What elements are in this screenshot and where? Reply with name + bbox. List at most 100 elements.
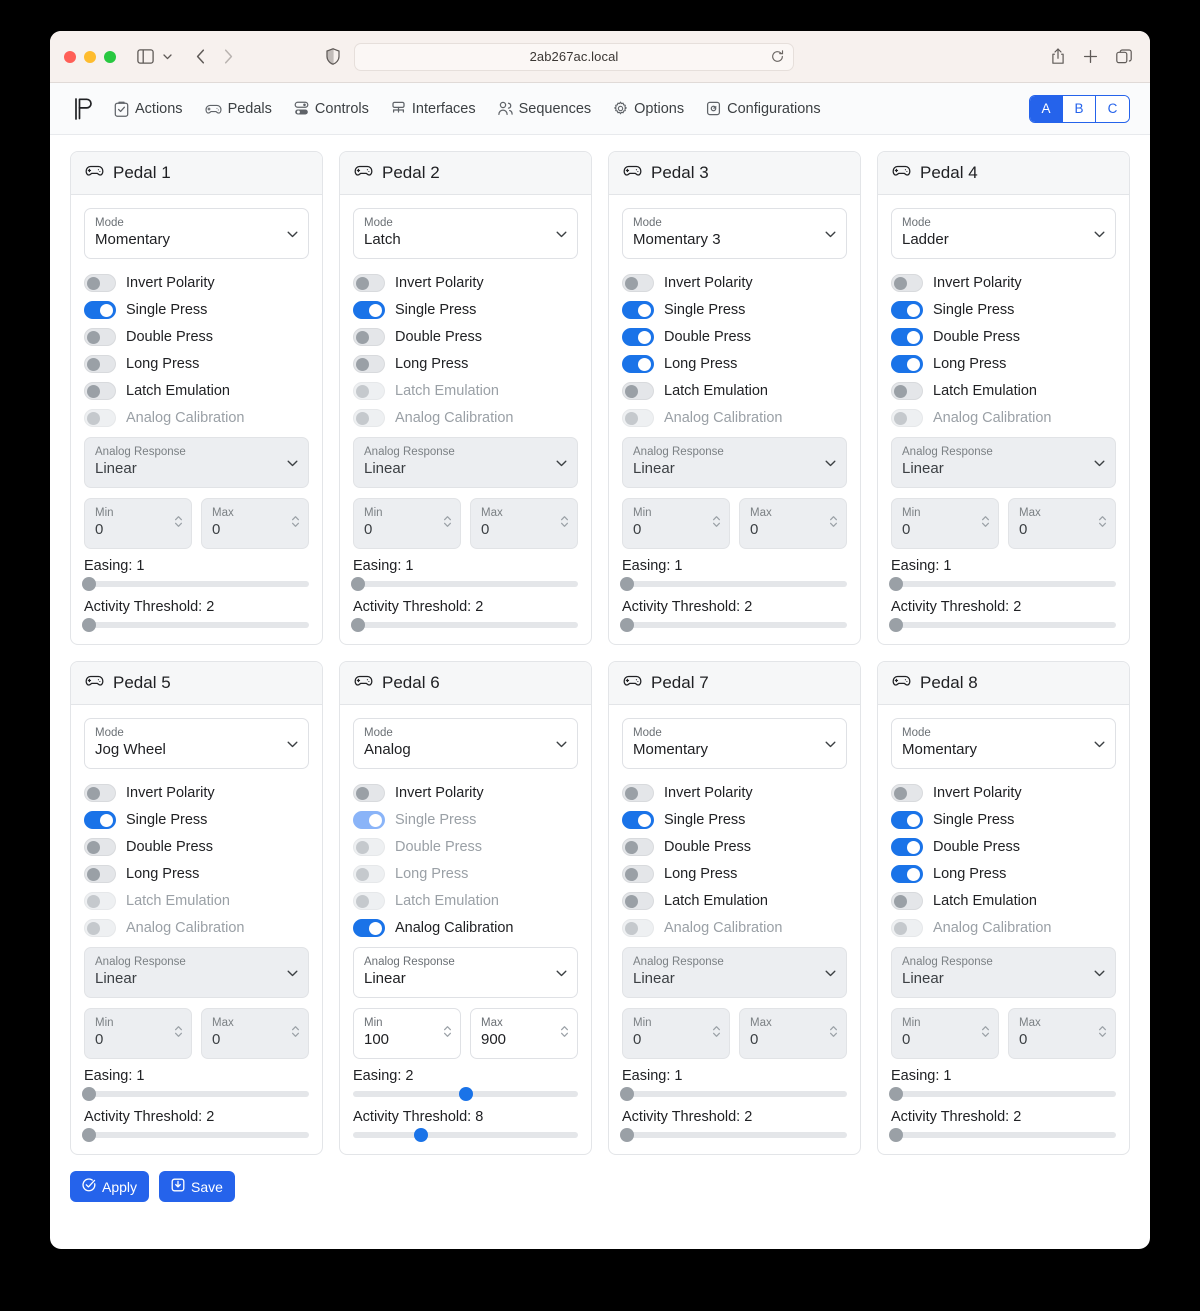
toggle-single-press[interactable] [891, 300, 923, 319]
mode-select[interactable]: Mode Momentary 3 [622, 208, 847, 259]
slider-thumb[interactable] [619, 1128, 634, 1142]
toggle-double-press[interactable] [622, 327, 654, 346]
toggle-single-press[interactable] [622, 300, 654, 319]
chevron-down-icon [287, 735, 298, 753]
mode-select[interactable]: Mode Jog Wheel [84, 718, 309, 769]
slider-thumb[interactable] [81, 577, 96, 591]
toggle-long-press[interactable] [622, 864, 654, 883]
toggle-latch-emulation[interactable] [84, 381, 116, 400]
nav-item-sequences[interactable]: Sequences [497, 101, 591, 117]
toggle-long-press[interactable] [622, 354, 654, 373]
apply-button[interactable]: Apply [70, 1171, 150, 1202]
toggle-long-press[interactable] [353, 354, 385, 373]
nav-item-actions[interactable]: Actions [114, 101, 183, 117]
toggle-invert-polarity[interactable] [622, 783, 654, 802]
min-stepper[interactable] [443, 1024, 452, 1043]
toggle-label: Invert Polarity [933, 784, 1022, 801]
slider-thumb[interactable] [81, 1087, 96, 1101]
toggle-invert-polarity[interactable] [84, 273, 116, 292]
toggle-analog-calibration[interactable] [353, 918, 385, 937]
save-button[interactable]: Save [159, 1171, 235, 1202]
toggle-invert-polarity[interactable] [353, 273, 385, 292]
slider-thumb[interactable] [888, 1087, 903, 1101]
reload-icon[interactable] [771, 49, 784, 68]
toggle-double-press[interactable] [622, 837, 654, 856]
mode-select[interactable]: Mode Momentary [622, 718, 847, 769]
slider-thumb[interactable] [619, 1087, 634, 1101]
analog-response-select: Analog Response Linear [891, 437, 1116, 488]
toggle-double-press[interactable] [353, 327, 385, 346]
toggle-invert-polarity[interactable] [891, 273, 923, 292]
slider-thumb[interactable] [81, 1128, 96, 1142]
toggle-label: Latch Emulation [395, 892, 499, 909]
toggle-latch-emulation[interactable] [622, 891, 654, 910]
pedal-logo[interactable] [70, 95, 98, 123]
slider-thumb[interactable] [888, 577, 903, 591]
max-stepper[interactable] [560, 1024, 569, 1043]
minimize-window-button[interactable] [84, 50, 96, 63]
slider-thumb[interactable] [350, 577, 365, 591]
back-chevron-icon[interactable] [186, 45, 214, 69]
toggle-double-press[interactable] [891, 837, 923, 856]
tab-overview-icon[interactable] [1116, 49, 1132, 64]
shield-icon[interactable] [320, 45, 346, 69]
toggle-long-press[interactable] [891, 864, 923, 883]
toggle-latch-emulation[interactable] [891, 891, 923, 910]
slider-thumb[interactable] [619, 577, 634, 591]
toggle-latch-emulation[interactable] [622, 381, 654, 400]
nav-item-options[interactable]: Options [613, 101, 684, 117]
toggle-invert-polarity[interactable] [353, 783, 385, 802]
toggle-long-press[interactable] [84, 864, 116, 883]
min-input[interactable]: Min 100 [353, 1008, 461, 1059]
toggle-double-press[interactable] [891, 327, 923, 346]
toggle-single-press[interactable] [891, 810, 923, 829]
toggle-invert-polarity[interactable] [891, 783, 923, 802]
close-window-button[interactable] [64, 50, 76, 63]
slider-thumb[interactable] [458, 1087, 473, 1101]
share-icon[interactable] [1051, 48, 1065, 65]
toggle-single-press[interactable] [84, 810, 116, 829]
toggle-single-press[interactable] [84, 300, 116, 319]
chevron-down-icon [1094, 964, 1105, 982]
mode-select[interactable]: Mode Ladder [891, 208, 1116, 259]
nav-item-controls[interactable]: Controls [294, 101, 369, 117]
slider-thumb[interactable] [888, 1128, 903, 1142]
toggle-single-press[interactable] [353, 300, 385, 319]
forward-chevron-icon[interactable] [214, 45, 242, 69]
toggle-double-press[interactable] [84, 327, 116, 346]
nav-item-interfaces[interactable]: Interfaces [391, 101, 476, 117]
nav-item-configurations[interactable]: Configurations [706, 101, 821, 117]
activity-threshold-slider[interactable] [353, 1128, 578, 1142]
toggle-latch-emulation[interactable] [891, 381, 923, 400]
segment-b[interactable]: B [1063, 95, 1096, 122]
nav-item-pedals[interactable]: Pedals [205, 101, 272, 117]
max-input[interactable]: Max 900 [470, 1008, 578, 1059]
toggle-row-double-press: Double Press [622, 323, 847, 350]
analog-response-label: Analog Response [633, 956, 724, 968]
analog-response-select[interactable]: Analog Response Linear [353, 947, 578, 998]
mode-select[interactable]: Mode Latch [353, 208, 578, 259]
address-bar[interactable]: 2ab267ac.local [354, 42, 794, 71]
toggle-row-invert-polarity: Invert Polarity [622, 269, 847, 296]
segment-a[interactable]: A [1030, 95, 1063, 122]
slider-thumb[interactable] [350, 618, 365, 632]
toggle-single-press[interactable] [622, 810, 654, 829]
plus-icon[interactable] [1083, 49, 1098, 64]
mode-select[interactable]: Mode Momentary [891, 718, 1116, 769]
maximize-window-button[interactable] [104, 50, 116, 63]
mode-select[interactable]: Mode Momentary [84, 208, 309, 259]
sidebar-icon[interactable] [132, 45, 158, 69]
toggle-long-press[interactable] [84, 354, 116, 373]
slider-thumb[interactable] [81, 618, 96, 632]
slider-thumb[interactable] [888, 618, 903, 632]
slider-thumb[interactable] [619, 618, 634, 632]
mode-select[interactable]: Mode Analog [353, 718, 578, 769]
toggle-double-press[interactable] [84, 837, 116, 856]
toggle-long-press[interactable] [891, 354, 923, 373]
toggle-invert-polarity[interactable] [622, 273, 654, 292]
easing-slider[interactable] [353, 1087, 578, 1101]
slider-thumb[interactable] [413, 1128, 428, 1142]
chevron-down-icon[interactable] [158, 45, 176, 69]
toggle-invert-polarity[interactable] [84, 783, 116, 802]
segment-c[interactable]: C [1096, 95, 1129, 122]
